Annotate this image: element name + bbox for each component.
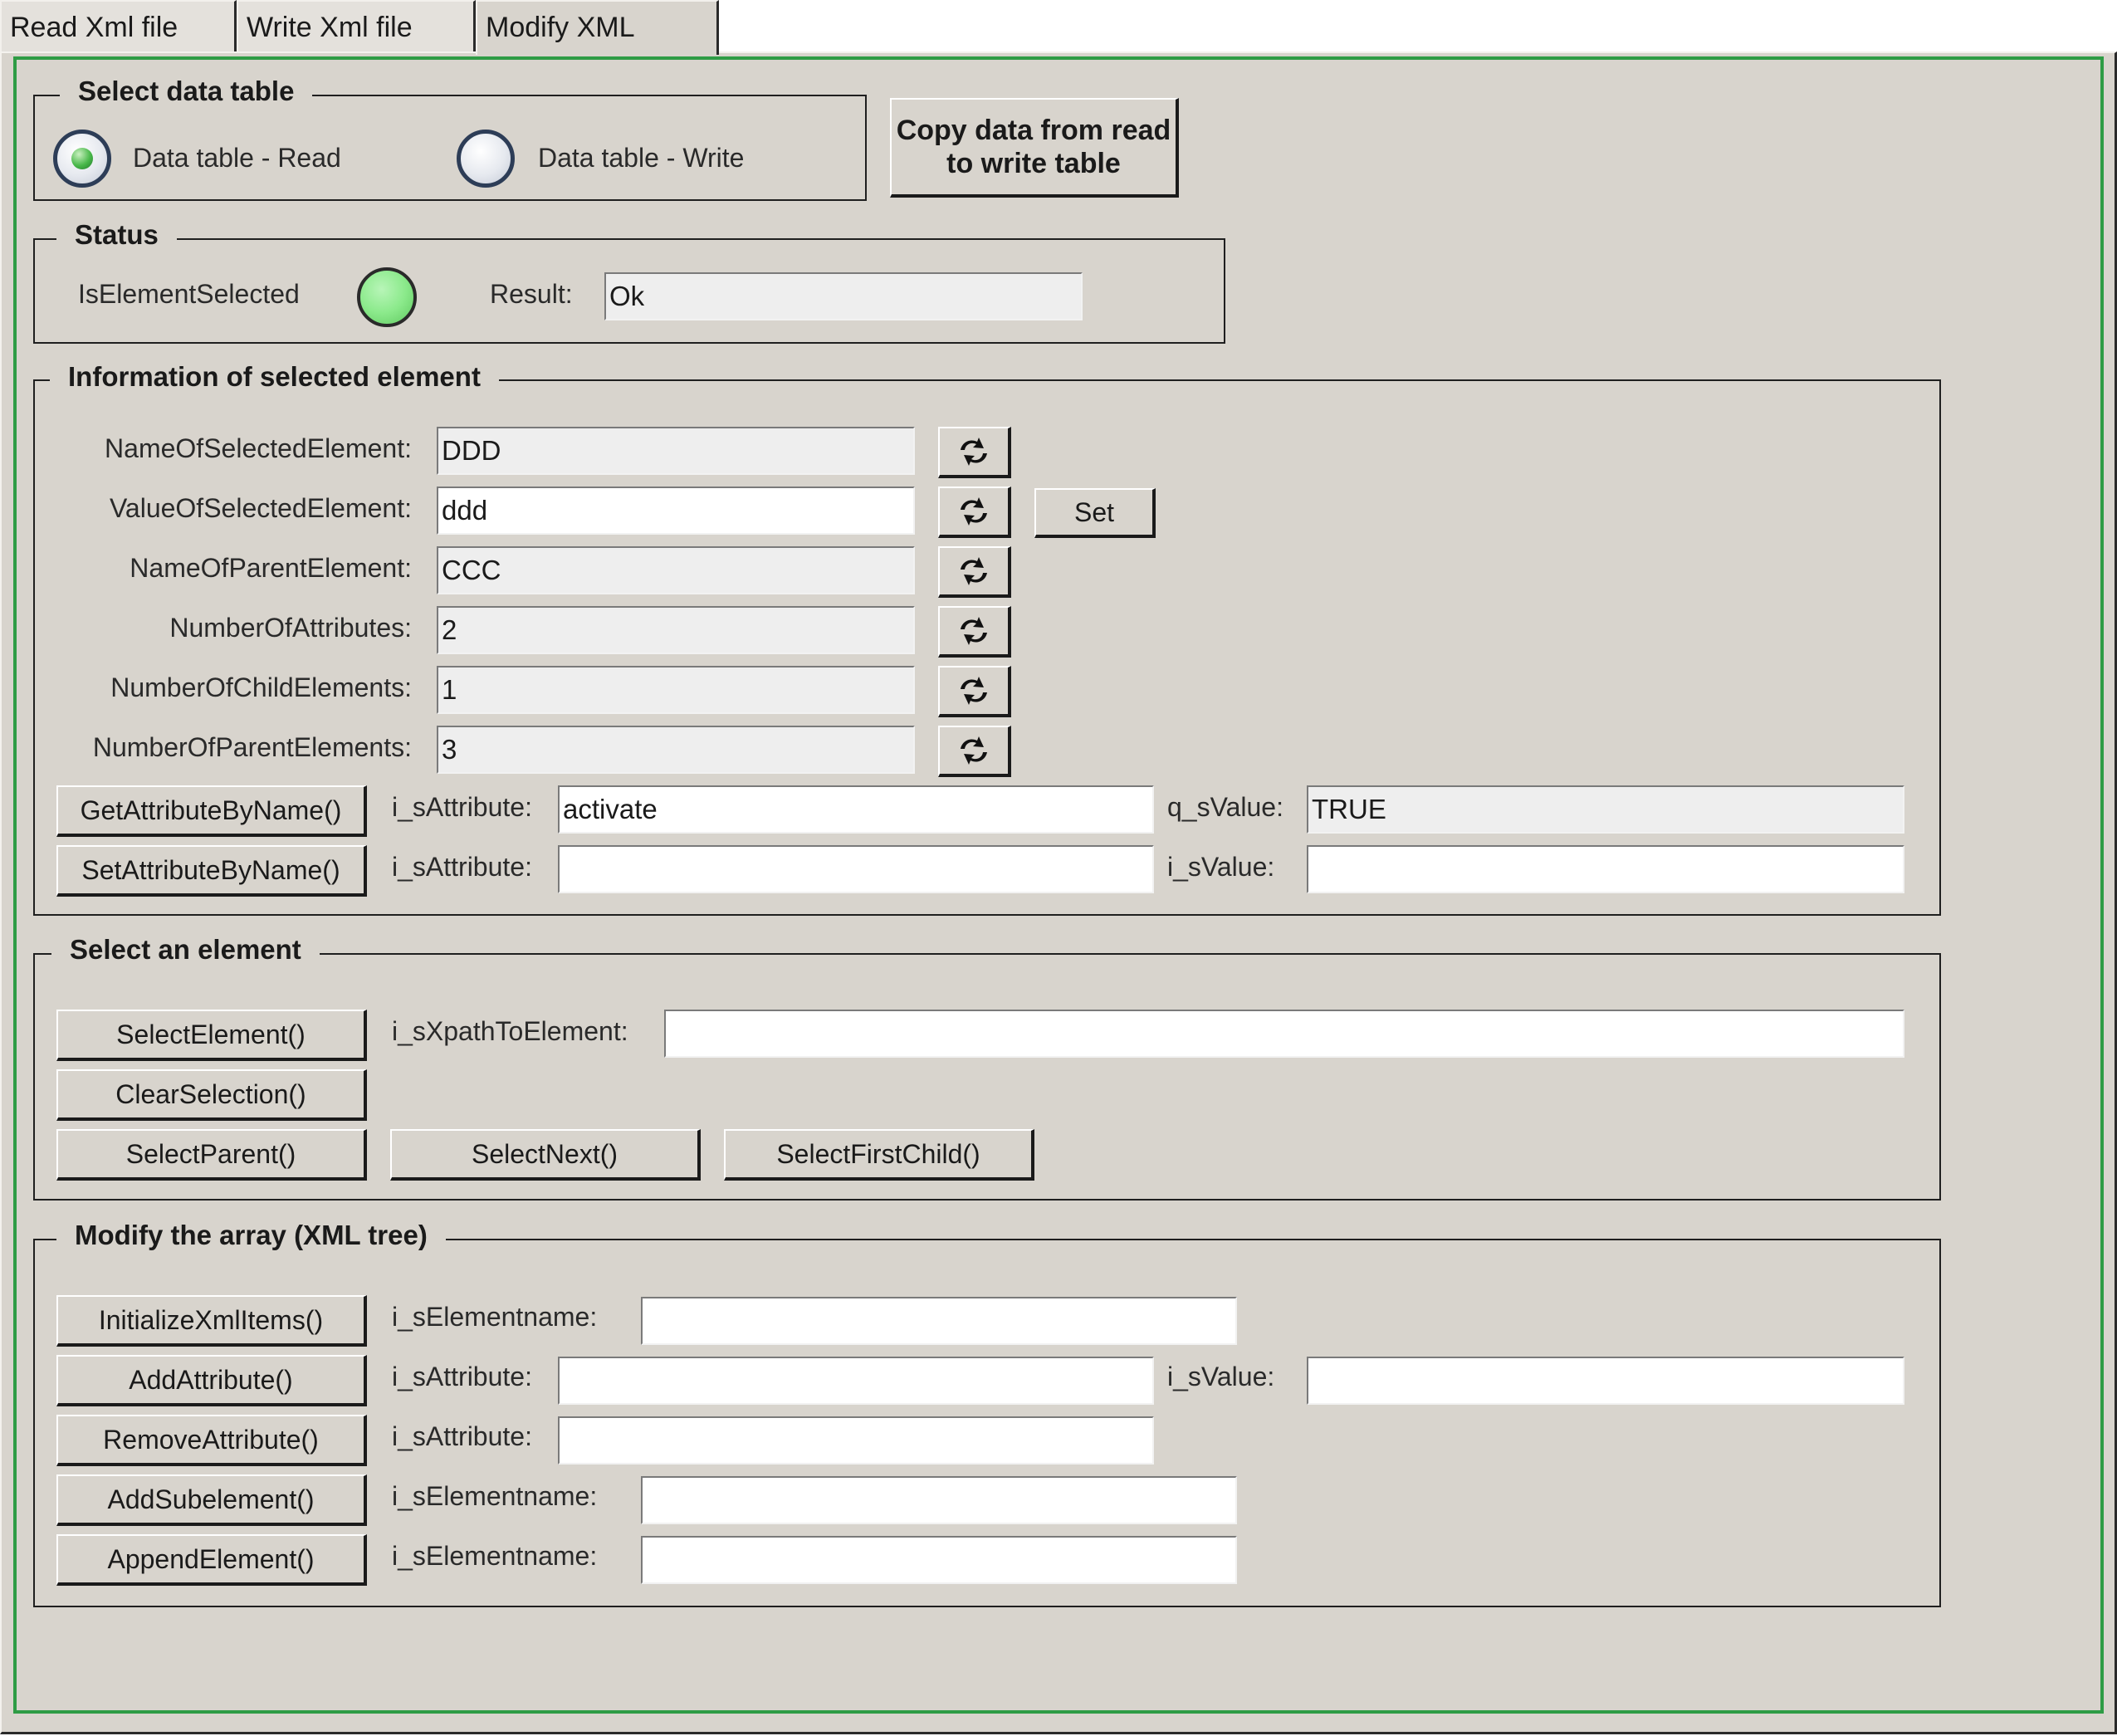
get-value-label: q_sValue: xyxy=(1167,792,1283,822)
tab-write-xml-file[interactable]: Write Xml file xyxy=(237,0,476,51)
refresh-icon xyxy=(961,736,987,765)
append-element-label: i_sElementname: xyxy=(392,1541,598,1571)
tab-label: Read Xml file xyxy=(10,12,178,43)
init-elementname-label: i_sElementname: xyxy=(392,1302,598,1332)
copy-data-button[interactable]: Copy data from read to write table xyxy=(890,98,1179,198)
remove-attribute-button[interactable]: RemoveAttribute() xyxy=(56,1415,367,1466)
name-of-parent-element-field[interactable] xyxy=(437,546,915,594)
set-attribute-field[interactable] xyxy=(558,845,1154,893)
name-of-selected-element-field[interactable] xyxy=(437,427,915,475)
refresh-number-of-attributes-button[interactable] xyxy=(938,606,1011,658)
init-elementname-field[interactable] xyxy=(641,1297,1237,1345)
set-value-label: i_sValue: xyxy=(1167,852,1275,882)
set-value-field[interactable] xyxy=(1307,845,1904,893)
tab-label: Modify XML xyxy=(486,12,635,43)
set-attribute-by-name-button[interactable]: SetAttributeByName() xyxy=(56,845,367,897)
number-of-child-elements-label: NumberOfChildElements: xyxy=(110,672,412,702)
radio-selected-dot xyxy=(71,148,93,169)
remove-attribute-label: i_sAttribute: xyxy=(392,1421,532,1451)
add-attribute-button[interactable]: AddAttribute() xyxy=(56,1355,367,1406)
refresh-icon xyxy=(961,557,987,585)
add-subelement-button[interactable]: AddSubelement() xyxy=(56,1474,367,1526)
number-of-child-elements-field[interactable] xyxy=(437,666,915,714)
get-attribute-by-name-button[interactable]: GetAttributeByName() xyxy=(56,785,367,837)
tab-read-xml-file[interactable]: Read Xml file xyxy=(0,0,237,51)
select-element-title: Select an element xyxy=(51,933,320,966)
result-label: Result: xyxy=(490,279,573,309)
value-of-selected-element-field[interactable] xyxy=(437,487,915,535)
remove-attribute-field[interactable] xyxy=(558,1416,1154,1465)
value-of-selected-element-label: ValueOfSelectedElement: xyxy=(109,493,412,523)
radio-read-label: Data table - Read xyxy=(133,143,341,173)
refresh-icon xyxy=(961,497,987,526)
number-of-parent-elements-field[interactable] xyxy=(437,726,915,774)
refresh-number-of-parent-elements-button[interactable] xyxy=(938,726,1011,777)
append-element-button[interactable]: AppendElement() xyxy=(56,1534,367,1586)
select-first-child-button[interactable]: SelectFirstChild() xyxy=(724,1129,1034,1181)
refresh-value-of-selected-element-button[interactable] xyxy=(938,487,1011,538)
select-parent-button[interactable]: SelectParent() xyxy=(56,1129,367,1181)
result-field[interactable] xyxy=(604,272,1083,320)
refresh-icon xyxy=(961,438,987,466)
add-attribute-value-field[interactable] xyxy=(1307,1357,1904,1405)
add-attribute-value-label: i_sValue: xyxy=(1167,1362,1275,1391)
get-attribute-label: i_sAttribute: xyxy=(392,792,532,822)
is-element-selected-label: IsElementSelected xyxy=(78,279,300,309)
select-data-table-title: Select data table xyxy=(60,75,313,108)
refresh-icon xyxy=(961,677,987,705)
number-of-parent-elements-label: NumberOfParentElements: xyxy=(92,732,412,762)
select-next-button[interactable]: SelectNext() xyxy=(390,1129,701,1181)
number-of-attributes-field[interactable] xyxy=(437,606,915,654)
number-of-attributes-label: NumberOfAttributes: xyxy=(169,613,412,643)
clear-selection-button[interactable]: ClearSelection() xyxy=(56,1069,367,1121)
refresh-name-of-parent-element-button[interactable] xyxy=(938,546,1011,598)
radio-write-label: Data table - Write xyxy=(538,143,745,173)
set-value-button[interactable]: Set xyxy=(1034,488,1156,538)
xpath-label: i_sXpathToElement: xyxy=(392,1016,628,1046)
select-element-button[interactable]: SelectElement() xyxy=(56,1010,367,1061)
add-attribute-field[interactable] xyxy=(558,1357,1154,1405)
append-element-field[interactable] xyxy=(641,1536,1237,1584)
set-attribute-label: i_sAttribute: xyxy=(392,852,532,882)
xpath-field[interactable] xyxy=(664,1010,1904,1058)
radio-data-table-read[interactable] xyxy=(53,130,111,188)
add-subelement-label: i_sElementname: xyxy=(392,1481,598,1511)
modify-array-title: Modify the array (XML tree) xyxy=(56,1219,446,1252)
tab-modify-xml[interactable]: Modify XML xyxy=(476,0,719,55)
get-value-field[interactable] xyxy=(1307,785,1904,834)
refresh-icon xyxy=(961,617,987,645)
name-of-selected-element-label: NameOfSelectedElement: xyxy=(105,433,412,463)
initialize-xml-items-button[interactable]: InitializeXmlItems() xyxy=(56,1295,367,1347)
status-title: Status xyxy=(56,218,177,252)
add-attribute-label: i_sAttribute: xyxy=(392,1362,532,1391)
refresh-number-of-child-elements-button[interactable] xyxy=(938,666,1011,717)
get-attribute-field[interactable] xyxy=(558,785,1154,834)
add-subelement-field[interactable] xyxy=(641,1476,1237,1524)
tab-label: Write Xml file xyxy=(247,12,413,43)
name-of-parent-element-label: NameOfParentElement: xyxy=(130,553,412,583)
is-element-selected-led xyxy=(357,267,417,327)
radio-data-table-write[interactable] xyxy=(457,130,515,188)
info-title: Information of selected element xyxy=(50,360,499,394)
refresh-name-of-selected-element-button[interactable] xyxy=(938,427,1011,478)
